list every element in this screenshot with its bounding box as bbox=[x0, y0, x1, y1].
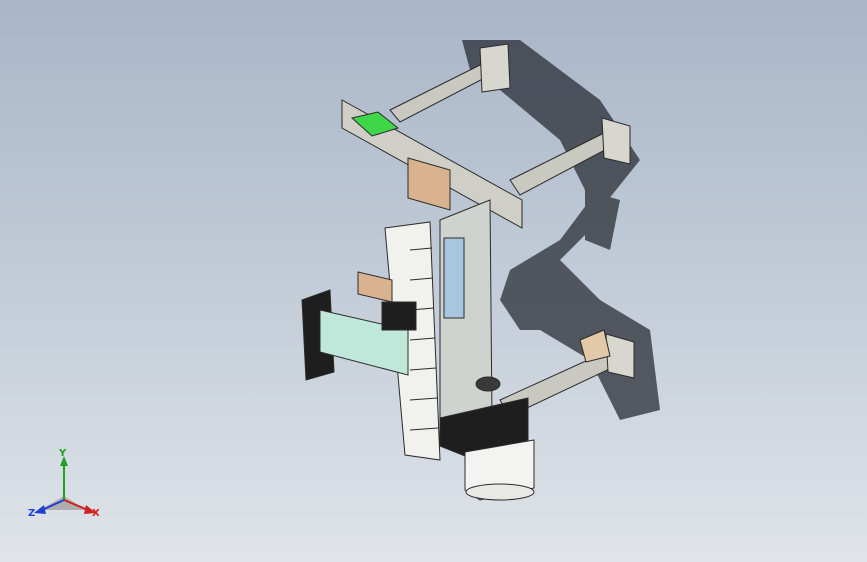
z-axis-arrow bbox=[34, 505, 46, 514]
mount-flange-top[interactable] bbox=[479, 43, 511, 93]
tan-bracket-left[interactable] bbox=[357, 271, 393, 303]
mount-flange-right[interactable] bbox=[601, 117, 631, 165]
cad-viewport[interactable] bbox=[0, 0, 867, 562]
vertical-column[interactable] bbox=[439, 199, 493, 441]
y-axis-label: Y bbox=[58, 448, 67, 459]
rotary-cylinder-base bbox=[465, 483, 535, 501]
small-black-block[interactable] bbox=[381, 301, 417, 331]
z-axis-label: Z bbox=[28, 508, 35, 519]
column-blue-panel bbox=[443, 237, 465, 319]
x-axis-label: X bbox=[92, 508, 100, 519]
motor-cylinder-top[interactable] bbox=[475, 376, 501, 392]
axis-triad: Y X Z bbox=[28, 448, 100, 519]
